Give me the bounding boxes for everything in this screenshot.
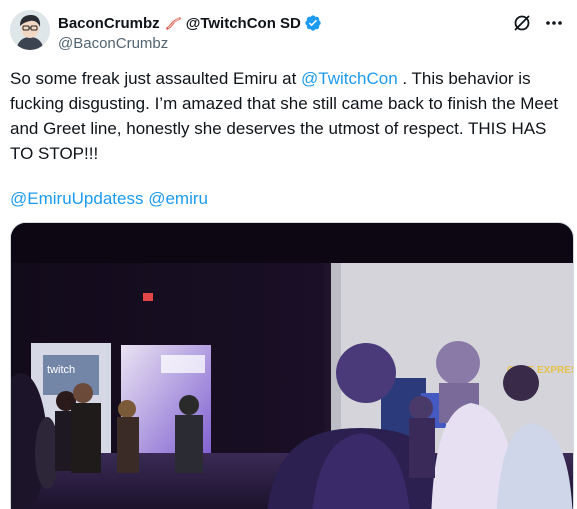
avatar[interactable] bbox=[10, 10, 50, 50]
video-frame: twitch CAFE EXPRESS bbox=[11, 223, 573, 509]
user-handle[interactable]: @BaconCrumbz bbox=[58, 35, 507, 53]
tweet-card: BaconCrumbz @TwitchCon SD @BaconCrumbz S… bbox=[0, 0, 577, 509]
mention-emiru[interactable]: @emiru bbox=[148, 189, 208, 208]
name-row: BaconCrumbz @TwitchCon SD bbox=[58, 13, 507, 33]
grok-icon[interactable] bbox=[511, 12, 533, 34]
display-name[interactable]: BaconCrumbz bbox=[58, 15, 160, 32]
cartoon-avatar-icon bbox=[10, 10, 50, 50]
tweet-actions bbox=[511, 12, 565, 34]
tweet-text-part-1: So some freak just assaulted Emiru at bbox=[10, 69, 302, 88]
mention-emiruupdatess[interactable]: @EmiruUpdatess bbox=[10, 189, 143, 208]
booth-logo-text: twitch bbox=[47, 364, 75, 376]
name-suffix: @TwitchCon SD bbox=[185, 14, 301, 32]
media-video[interactable]: twitch CAFE EXPRESS bbox=[10, 222, 574, 509]
mentions-line: @EmiruUpdatess @emiru bbox=[10, 186, 208, 211]
verified-badge-icon bbox=[304, 14, 322, 32]
tweet-text: So some freak just assaulted Emiru at @T… bbox=[10, 66, 566, 166]
bacon-icon bbox=[164, 15, 182, 31]
mention-twitchcon[interactable]: @TwitchCon bbox=[301, 69, 398, 88]
tweet-header: BaconCrumbz @TwitchCon SD @BaconCrumbz bbox=[58, 13, 507, 53]
more-icon[interactable] bbox=[543, 12, 565, 34]
